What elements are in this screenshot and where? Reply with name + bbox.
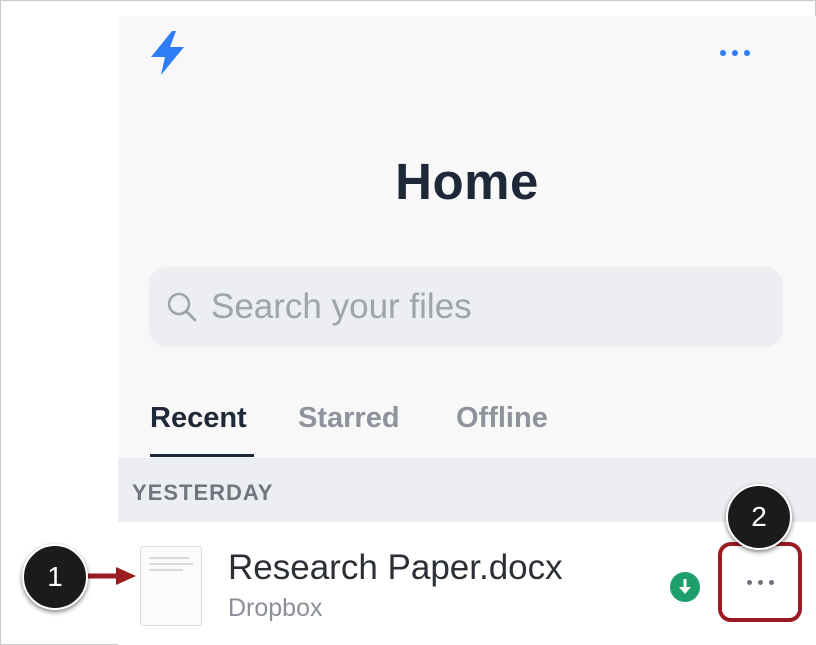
file-location: Dropbox	[228, 594, 323, 622]
callout-arrow-icon	[84, 567, 136, 585]
bolt-icon[interactable]	[148, 30, 188, 76]
search-bar[interactable]	[149, 267, 783, 347]
tab-recent[interactable]: Recent	[150, 402, 247, 435]
dot-icon	[744, 50, 750, 56]
active-tab-indicator	[150, 454, 254, 457]
search-icon	[167, 292, 197, 322]
tab-starred[interactable]: Starred	[298, 402, 400, 435]
file-more-options-button[interactable]	[718, 542, 802, 622]
page-title: Home	[395, 153, 539, 210]
download-icon	[670, 572, 700, 602]
file-row[interactable]: Research Paper.docx Dropbox	[118, 522, 816, 645]
tab-offline[interactable]: Offline	[456, 402, 548, 435]
document-thumbnail-icon	[140, 546, 202, 626]
callout-badge-1: 1	[22, 544, 88, 610]
dot-icon	[757, 579, 763, 585]
search-input[interactable]	[209, 286, 733, 328]
dot-icon	[746, 579, 752, 585]
section-header: YESTERDAY	[118, 458, 816, 522]
dot-icon	[720, 50, 726, 56]
callout-badge-2: 2	[726, 484, 792, 550]
file-name: Research Paper.docx	[228, 548, 563, 587]
dot-icon	[768, 579, 774, 585]
more-options-button[interactable]	[710, 40, 760, 66]
section-label: YESTERDAY	[132, 480, 274, 505]
dot-icon	[732, 50, 738, 56]
